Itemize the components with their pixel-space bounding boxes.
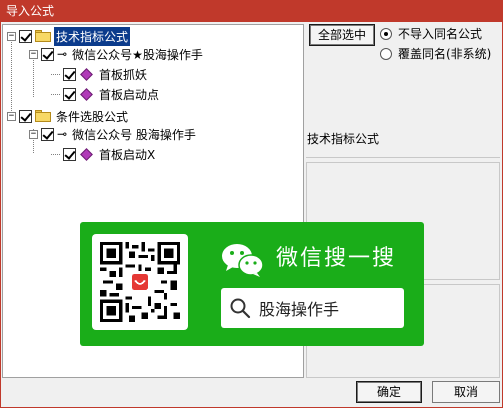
node-checkbox[interactable] — [41, 127, 54, 141]
qr-code-icon — [100, 242, 180, 322]
node-checkbox[interactable] — [19, 29, 32, 43]
tree-connector — [51, 93, 60, 95]
radio-no-import[interactable]: 不导入同名公式 — [380, 25, 482, 42]
search-icon — [230, 298, 251, 319]
tree-node-formula[interactable]: 首板启动点 — [51, 85, 161, 103]
folder-icon — [35, 30, 51, 42]
radio-label: 覆盖同名(非系统) — [398, 47, 492, 61]
tree-connector — [51, 73, 60, 75]
collapse-icon[interactable]: − — [7, 31, 16, 41]
radio-label: 不导入同名公式 — [398, 27, 483, 41]
tree-node-formula[interactable]: 首板启动X — [51, 145, 157, 163]
select-all-button[interactable]: 全部选中 — [309, 24, 375, 46]
node-label: 微信公众号 股海操作手 — [72, 127, 196, 142]
wechat-logo-icon — [222, 244, 264, 277]
node-label: 首板启动点 — [99, 87, 160, 102]
folder-icon — [35, 110, 51, 122]
wechat-search-box: 股海操作手 — [221, 288, 404, 328]
radio-button[interactable] — [380, 27, 392, 40]
cancel-button[interactable]: 取消 — [432, 381, 500, 403]
node-checkbox[interactable] — [63, 87, 76, 101]
radio-overwrite[interactable]: 覆盖同名(非系统) — [380, 45, 491, 62]
collapse-icon[interactable]: − — [7, 111, 16, 121]
node-checkbox[interactable] — [63, 67, 76, 81]
window-title: 导入公式 — [6, 4, 55, 18]
wechat-search-title: 微信搜一搜 — [276, 246, 397, 271]
node-label: 技术指标公式 — [54, 26, 131, 46]
window-titlebar[interactable]: 导入公式 — [0, 0, 503, 22]
qr-code — [92, 234, 188, 330]
node-label: 微信公众号★股海操作手 — [72, 47, 203, 62]
wechat-search-banner: 微信搜一搜 股海操作手 — [80, 222, 424, 346]
tree-guide-line — [33, 57, 34, 97]
formula-icon — [80, 87, 93, 101]
key-icon: ⊸ — [57, 47, 68, 61]
node-label: 首板抓妖 — [99, 67, 148, 82]
key-icon: ⊸ — [57, 127, 68, 141]
tree-node-technical-indicators[interactable]: − 技术指标公式 — [7, 26, 131, 46]
collapse-icon[interactable]: − — [29, 49, 38, 59]
ok-button[interactable]: 确定 — [356, 381, 422, 403]
tree-connector — [51, 153, 60, 155]
formula-icon — [80, 147, 93, 161]
node-label: 条件选股公式 — [56, 109, 129, 124]
tree-node-formula[interactable]: 首板抓妖 — [51, 65, 149, 83]
tree-node-wechat-group-1[interactable]: − ⊸ 微信公众号★股海操作手 — [29, 45, 205, 63]
collapse-icon[interactable]: − — [29, 129, 38, 139]
tree-node-wechat-group-2[interactable]: − ⊸ 微信公众号 股海操作手 — [29, 125, 198, 143]
formula-icon — [80, 67, 93, 81]
node-checkbox[interactable] — [41, 47, 54, 61]
formula-detail-label: 技术指标公式 — [306, 130, 500, 158]
node-checkbox[interactable] — [63, 147, 76, 161]
radio-button[interactable] — [380, 47, 392, 60]
node-label: 首板启动X — [99, 147, 156, 162]
wechat-search-text: 股海操作手 — [259, 300, 340, 319]
tree-guide-line — [11, 39, 12, 117]
tree-node-condition-screening[interactable]: − 条件选股公式 — [7, 107, 130, 125]
node-checkbox[interactable] — [19, 109, 32, 123]
